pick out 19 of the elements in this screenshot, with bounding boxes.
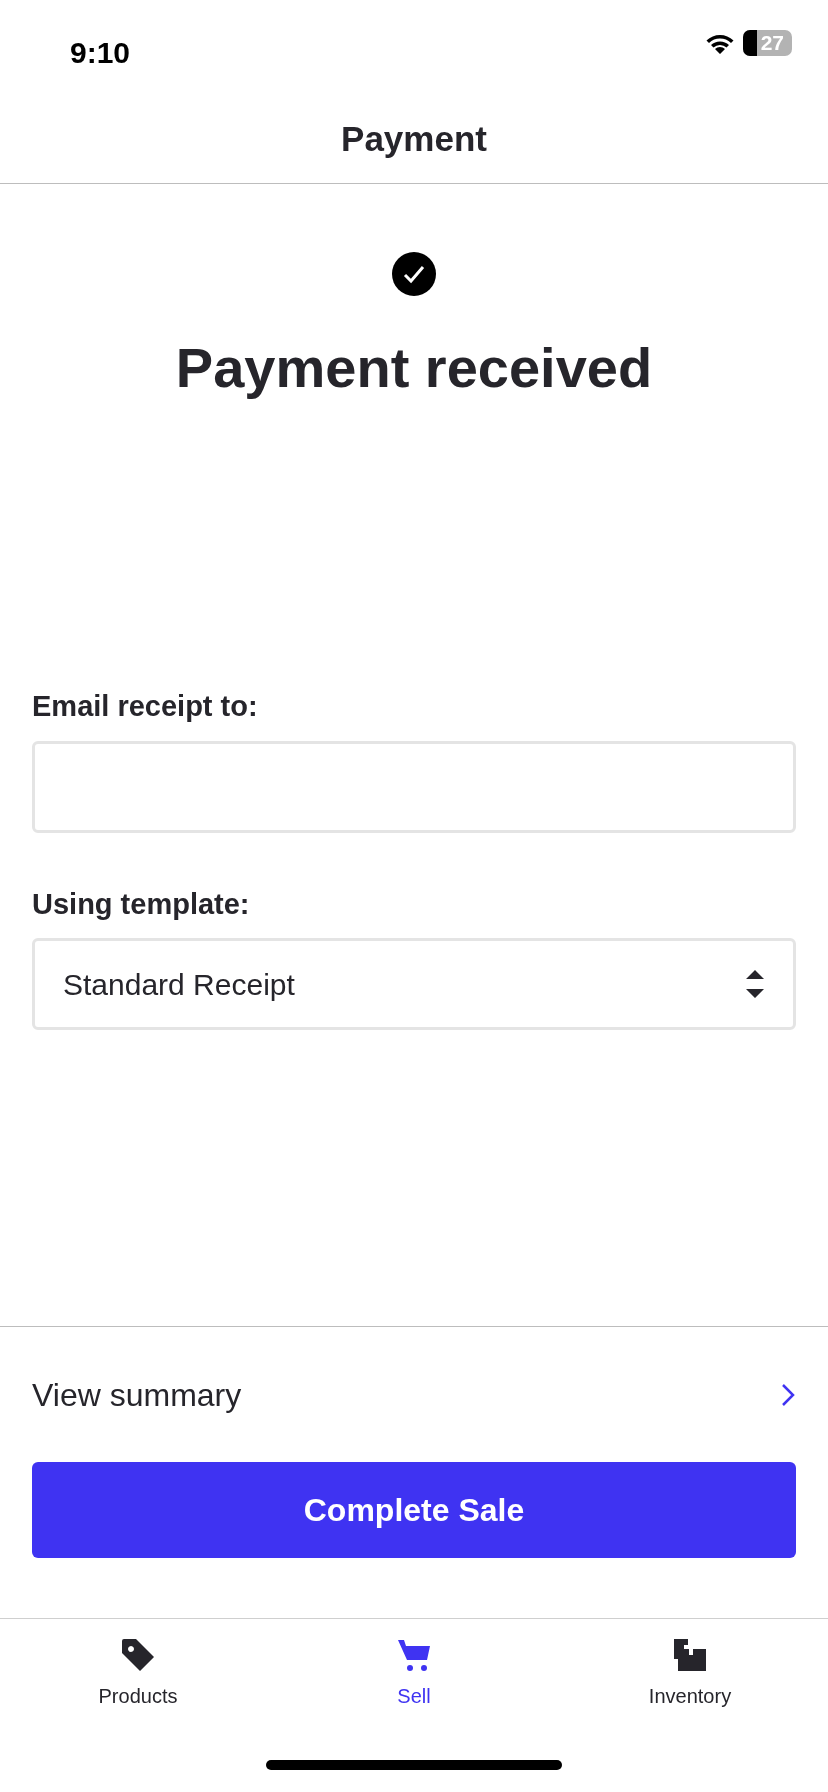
boxes-icon [672,1637,708,1673]
template-select[interactable]: Standard Receipt [32,938,796,1030]
page-title: Payment [0,96,828,184]
summary-label: View summary [32,1375,242,1415]
complete-sale-button[interactable]: Complete Sale [32,1462,796,1558]
field-label: Using template: [32,886,251,922]
check-icon [392,252,436,296]
email-field[interactable] [32,740,796,833]
tab-item[interactable]: Inventory [552,1619,828,1722]
battery-icon: 27 [742,30,792,56]
cart-icon [396,1637,432,1673]
tag-icon [120,1637,156,1673]
wifi-icon [704,32,735,54]
status-heading: Payment received [175,335,653,401]
tab-item[interactable]: Sell [276,1619,552,1722]
chevron-right-icon [780,1381,796,1408]
tab-item[interactable]: Products [0,1619,276,1722]
status-time: 9:10 [70,35,131,71]
field-label: Email receipt to: [32,689,259,724]
